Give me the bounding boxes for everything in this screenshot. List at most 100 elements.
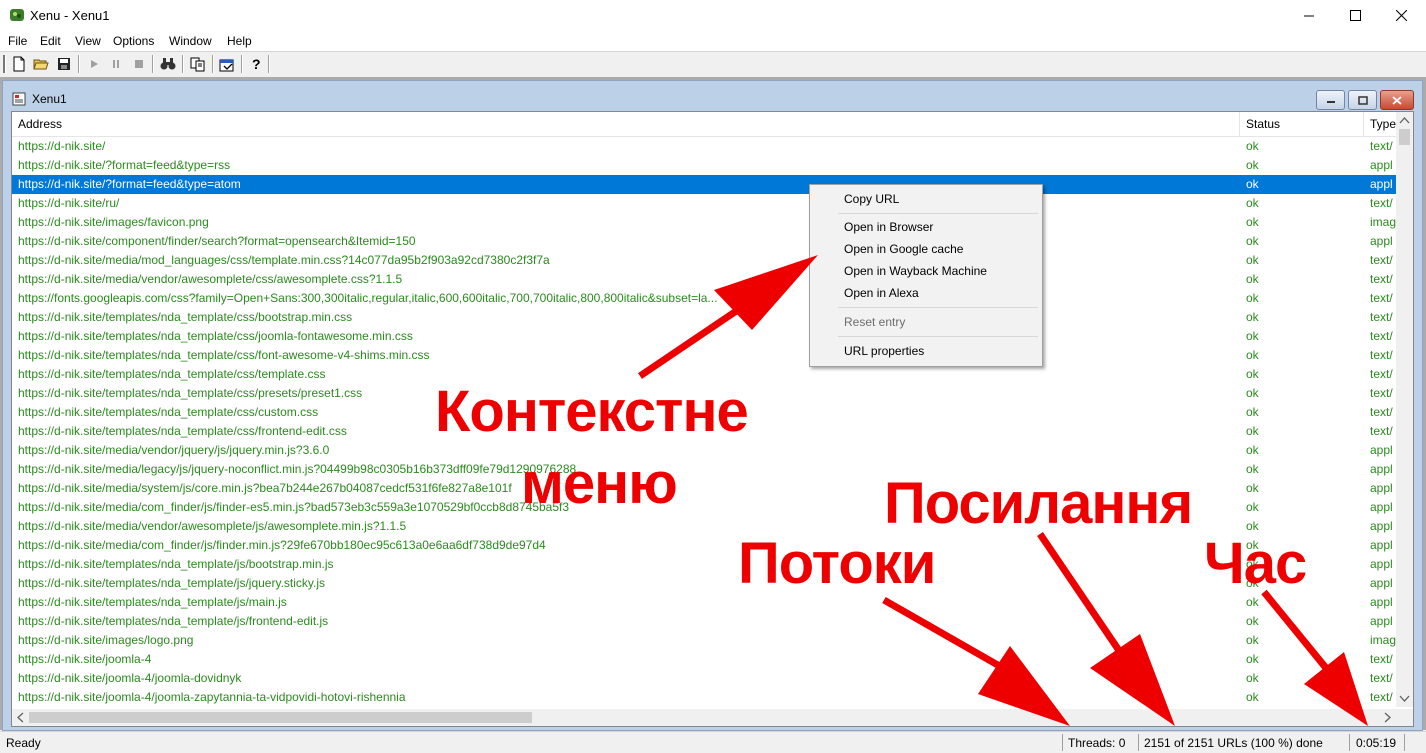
row-type: appl [1370,500,1393,514]
table-row[interactable]: https://d-nik.site/joomla-4/joomla-zapyt… [12,688,1396,707]
horizontal-scrollbar[interactable] [12,709,1396,726]
scroll-right-icon[interactable] [1379,709,1396,726]
row-status: ok [1246,614,1259,628]
table-row[interactable]: https://d-nik.site/templates/nda_templat… [12,574,1396,593]
table-row[interactable]: https://d-nik.site/images/favicon.png ok i… [12,213,1396,232]
child-close-button[interactable] [1380,90,1414,110]
row-type: text/ [1370,291,1393,305]
row-status: ok [1246,139,1259,153]
toolbar-separator [241,55,243,73]
help-button[interactable]: ? [247,55,265,73]
row-status: ok [1246,690,1259,704]
table-row[interactable]: https://d-nik.site/templates/nda_templat… [12,593,1396,612]
menu-open-in-wayback-machine[interactable]: Open in Wayback Machine [844,264,987,278]
row-status: ok [1246,234,1259,248]
scroll-down-icon[interactable] [1396,690,1413,707]
row-type: text/ [1370,690,1393,704]
row-address: https://d-nik.site/templates/nda_templat… [18,310,353,324]
table-row[interactable]: https://d-nik.site/joomla-4 ok text/ [12,650,1396,669]
menu-view[interactable]: View [75,34,101,48]
row-type: text/ [1370,310,1393,324]
table-row[interactable]: https://d-nik.site/templates/nda_templat… [12,327,1396,346]
row-status: ok [1246,405,1259,419]
table-row[interactable]: https://d-nik.site/templates/nda_templat… [12,555,1396,574]
copy-button[interactable] [189,55,207,73]
row-type: text/ [1370,139,1393,153]
scroll-up-icon[interactable] [1396,112,1413,129]
properties-button[interactable] [218,55,236,73]
column-header-address[interactable]: Address [12,112,1240,136]
row-address: https://d-nik.site/media/com_finder/js/f… [18,538,546,552]
row-address: https://fonts.googleapis.com/css?family=… [18,291,718,305]
toolbar-separator [78,55,80,73]
pause-button[interactable] [107,55,125,73]
copy-icon [190,57,205,71]
menu-copy-url[interactable]: Copy URL [844,192,899,206]
row-status: ok [1246,424,1259,438]
minimize-button[interactable] [1286,0,1332,31]
save-button[interactable] [55,55,73,73]
menu-window[interactable]: Window [169,34,212,48]
start-button[interactable] [85,55,103,73]
vertical-scrollbar[interactable] [1396,112,1413,707]
open-button[interactable] [32,55,50,73]
row-type: appl [1370,158,1393,172]
toolbar-separator [212,55,214,73]
menu-bar: File Edit View Options Window Help [0,31,1426,51]
row-status: ok [1246,481,1259,495]
scroll-left-icon[interactable] [12,709,29,726]
toolbar-separator [268,55,270,73]
menu-help[interactable]: Help [227,34,252,48]
table-row[interactable]: https://fonts.googleapis.com/css?family=… [12,289,1396,308]
table-row[interactable]: https://d-nik.site/images/logo.png ok imag [12,631,1396,650]
table-row[interactable]: https://d-nik.site/templates/nda_templat… [12,612,1396,631]
menu-options[interactable]: Options [113,34,154,48]
close-button[interactable] [1378,0,1424,31]
stop-button[interactable] [130,55,148,73]
annotation-threads: Потоки [738,531,936,596]
row-type: text/ [1370,367,1393,381]
table-row[interactable]: https://d-nik.site/media/mod_languages/c… [12,251,1396,270]
table-row[interactable]: https://d-nik.site/joomla-4/joomla-dovid… [12,669,1396,688]
table-row[interactable]: https://d-nik.site/component/finder/sear… [12,232,1396,251]
find-button[interactable] [159,55,177,73]
table-row[interactable]: https://d-nik.site/?format=feed&type=ato… [12,175,1396,194]
row-address: https://d-nik.site/joomla-4 [18,652,152,666]
child-restore-button[interactable] [1348,90,1377,110]
threads-count: Threads: 0 [1068,736,1126,750]
table-row[interactable]: https://d-nik.site/media/vendor/awesompl… [12,270,1396,289]
maximize-button[interactable] [1332,0,1378,31]
new-button[interactable] [10,55,28,73]
menu-open-in-alexa[interactable]: Open in Alexa [844,286,919,300]
child-window-title: Xenu1 [32,92,67,106]
column-header-status[interactable]: Status [1240,112,1364,136]
row-address: https://d-nik.site/images/favicon.png [18,215,209,229]
menu-open-in-google-cache[interactable]: Open in Google cache [844,242,963,256]
menu-edit[interactable]: Edit [40,34,61,48]
horizontal-scroll-thumb[interactable] [29,712,532,723]
child-minimize-button[interactable] [1316,90,1345,110]
menu-url-properties[interactable]: URL properties [844,344,924,358]
table-row[interactable]: https://d-nik.site/ru/ok text/ [12,194,1396,213]
menu-reset-entry: Reset entry [844,315,906,329]
table-row[interactable]: https://d-nik.site/?format=feed&type=rss… [12,156,1396,175]
menu-open-in-browser[interactable]: Open in Browser [844,220,933,234]
vertical-scroll-thumb[interactable] [1399,129,1410,145]
row-type: text/ [1370,253,1393,267]
row-status: ok [1246,310,1259,324]
row-address: https://d-nik.site/images/logo.png [18,633,194,647]
row-status: ok [1246,633,1259,647]
table-row[interactable]: https://d-nik.site/media/com_finder/js/f… [12,536,1396,555]
table-row[interactable]: https://d-nik.site/ok text/ [12,137,1396,156]
row-status: ok [1246,367,1259,381]
context-menu: Copy URL Open in Browser Open in Google … [809,184,1043,367]
row-address: https://d-nik.site/joomla-4/joomla-zapyt… [18,690,406,704]
table-row[interactable]: https://d-nik.site/templates/nda_templat… [12,308,1396,327]
play-icon [91,60,98,68]
table-row[interactable]: https://d-nik.site/templates/nda_templat… [12,346,1396,365]
row-type: appl [1370,177,1393,191]
menu-file[interactable]: File [8,34,27,48]
row-type: appl [1370,519,1393,533]
row-address: https://d-nik.site/?format=feed&type=ato… [18,177,241,191]
row-status: ok [1246,443,1259,457]
